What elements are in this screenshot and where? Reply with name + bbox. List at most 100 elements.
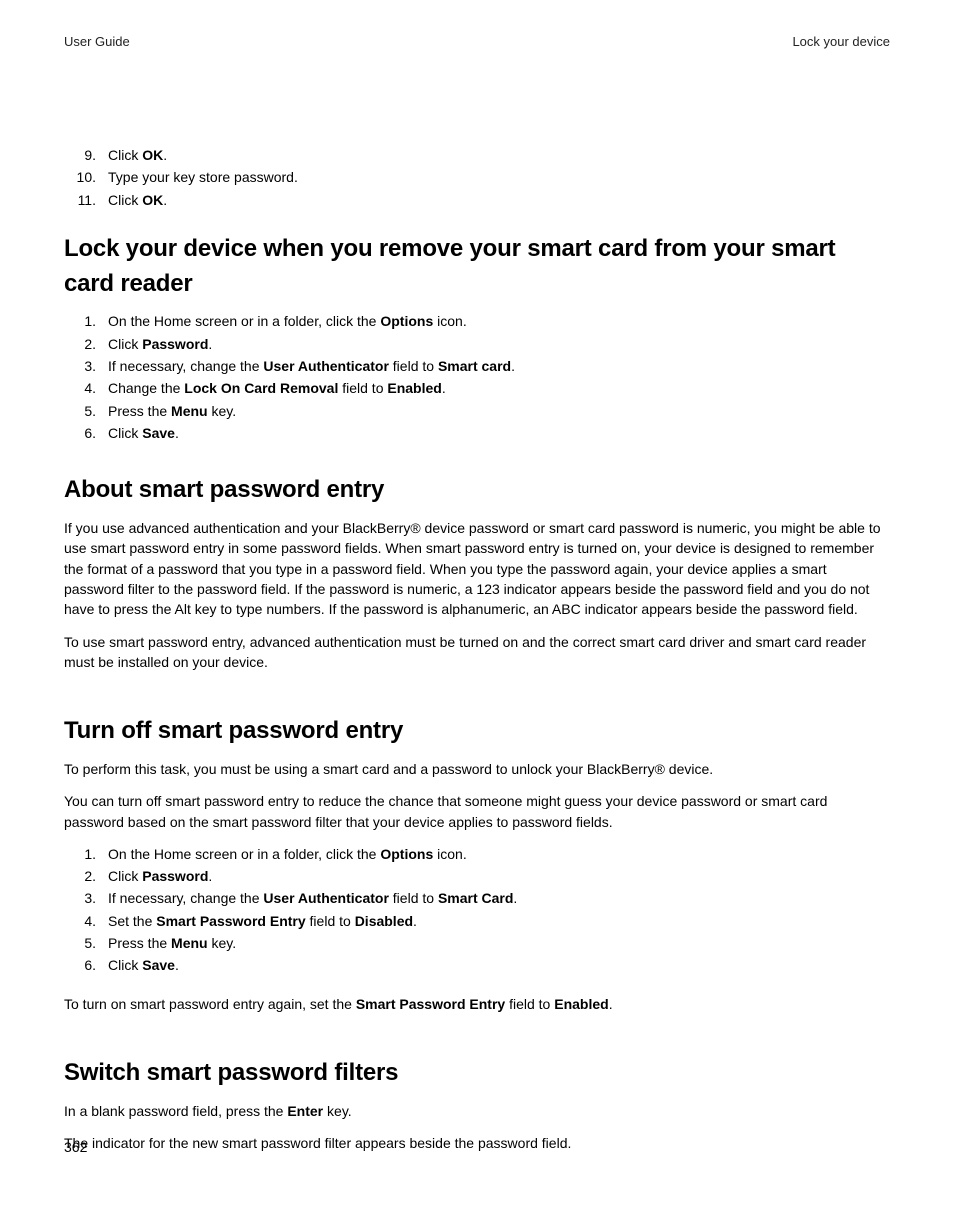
step-number: 5. [72, 401, 96, 421]
text: In a blank password field, press the [64, 1103, 287, 1119]
step-text: Type your key store password. [108, 167, 890, 187]
text: key. [323, 1103, 352, 1119]
text: icon. [433, 846, 466, 862]
bold-text: Disabled [355, 913, 413, 929]
text: . [513, 890, 517, 906]
step-number: 2. [72, 334, 96, 354]
step-item: 2. Click Password. [64, 866, 890, 886]
text: . [175, 425, 179, 441]
text: . [511, 358, 515, 374]
text: Type your key store password. [108, 169, 298, 185]
top-steps-list: 9.Click OK.10.Type your key store passwo… [64, 145, 890, 210]
bold-text: Password [142, 336, 208, 352]
text: field to [306, 913, 355, 929]
page-header: User Guide Lock your device [64, 34, 890, 49]
bold-text: OK [142, 192, 163, 208]
step-number: 4. [72, 911, 96, 931]
section2-para1: If you use advanced authentication and y… [64, 518, 890, 619]
step-number: 1. [72, 311, 96, 331]
step-number: 6. [72, 955, 96, 975]
text: . [163, 192, 167, 208]
page-number: 362 [64, 1139, 87, 1155]
step-number: 5. [72, 933, 96, 953]
step-item: 4.Set the Smart Password Entry field to … [64, 911, 890, 931]
text: On the Home screen or in a folder, click… [108, 313, 380, 329]
text: Click [108, 192, 142, 208]
step-number: 2. [72, 866, 96, 886]
bold-text: Smart Card [438, 890, 513, 906]
text: Press the [108, 403, 171, 419]
step-number: 1. [72, 844, 96, 864]
step-text: Click Password. [108, 866, 890, 886]
section3-title: Turn off smart password entry [64, 714, 890, 749]
bold-text: User Authenticator [263, 358, 389, 374]
text: If necessary, change the [108, 890, 263, 906]
text: field to [389, 358, 438, 374]
text: field to [505, 996, 554, 1012]
step-item: 6. Click Save. [64, 955, 890, 975]
step-item: 1. On the Home screen or in a folder, cli… [64, 844, 890, 864]
section4-title: Switch smart password filters [64, 1056, 890, 1091]
step-number: 9. [72, 145, 96, 165]
text: key. [208, 935, 237, 951]
step-item: 5. Press the Menu key. [64, 933, 890, 953]
section3-para1: To perform this task, you must be using … [64, 759, 890, 779]
bold-text: Lock On Card Removal [184, 380, 338, 396]
text: key. [208, 403, 237, 419]
step-text: On the Home screen or in a folder, click… [108, 311, 890, 331]
section4-para1: In a blank password field, press the Ent… [64, 1101, 890, 1121]
step-item: 3.If necessary, change the User Authenti… [64, 356, 890, 376]
text: Click [108, 336, 142, 352]
step-number: 6. [72, 423, 96, 443]
step-item: 1. On the Home screen or in a folder, cli… [64, 311, 890, 331]
bold-text: Password [142, 868, 208, 884]
section3-para2: You can turn off smart password entry to… [64, 791, 890, 832]
page: User Guide Lock your device 9.Click OK.1… [0, 0, 954, 1205]
step-number: 4. [72, 378, 96, 398]
text: field to [338, 380, 387, 396]
text: Click [108, 425, 142, 441]
bold-text: Options [380, 313, 433, 329]
step-text: Click OK. [108, 145, 890, 165]
section3-steps: 1. On the Home screen or in a folder, cli… [64, 844, 890, 976]
text: If necessary, change the [108, 358, 263, 374]
text: . [163, 147, 167, 163]
bold-text: Save [142, 957, 175, 973]
step-item: 4. Change the Lock On Card Removal field … [64, 378, 890, 398]
text: . [609, 996, 613, 1012]
text: . [413, 913, 417, 929]
section4-para2: The indicator for the new smart password… [64, 1133, 890, 1153]
text: Change the [108, 380, 184, 396]
step-item: 9. Click OK. [64, 145, 890, 165]
bold-text: OK [142, 147, 163, 163]
text: Set the [108, 913, 156, 929]
step-text: If necessary, change the User Authentica… [108, 888, 890, 908]
bold-text: Enabled [387, 380, 441, 396]
bold-text: Enter [287, 1103, 323, 1119]
step-item: 11. Click OK. [64, 190, 890, 210]
bold-text: Enabled [554, 996, 608, 1012]
text: Press the [108, 935, 171, 951]
step-item: 10.Type your key store password. [64, 167, 890, 187]
text: Click [108, 147, 142, 163]
section1-title: Lock your device when you remove your sm… [64, 232, 890, 302]
step-number: 11. [72, 190, 96, 210]
bold-text: User Authenticator [263, 890, 389, 906]
step-text: If necessary, change the User Authentica… [108, 356, 890, 376]
bold-text: Menu [171, 935, 208, 951]
text: . [208, 868, 212, 884]
step-item: 3.If necessary, change the User Authenti… [64, 888, 890, 908]
step-text: Press the Menu key. [108, 401, 890, 421]
section2-para2: To use smart password entry, advanced au… [64, 632, 890, 673]
step-item: 2. Click Password. [64, 334, 890, 354]
bold-text: Smart Password Entry [356, 996, 505, 1012]
bold-text: Smart card [438, 358, 511, 374]
text: . [208, 336, 212, 352]
bold-text: Save [142, 425, 175, 441]
step-text: Click Save. [108, 955, 890, 975]
text: . [442, 380, 446, 396]
bold-text: Menu [171, 403, 208, 419]
text: Click [108, 957, 142, 973]
step-text: On the Home screen or in a folder, click… [108, 844, 890, 864]
text: Click [108, 868, 142, 884]
